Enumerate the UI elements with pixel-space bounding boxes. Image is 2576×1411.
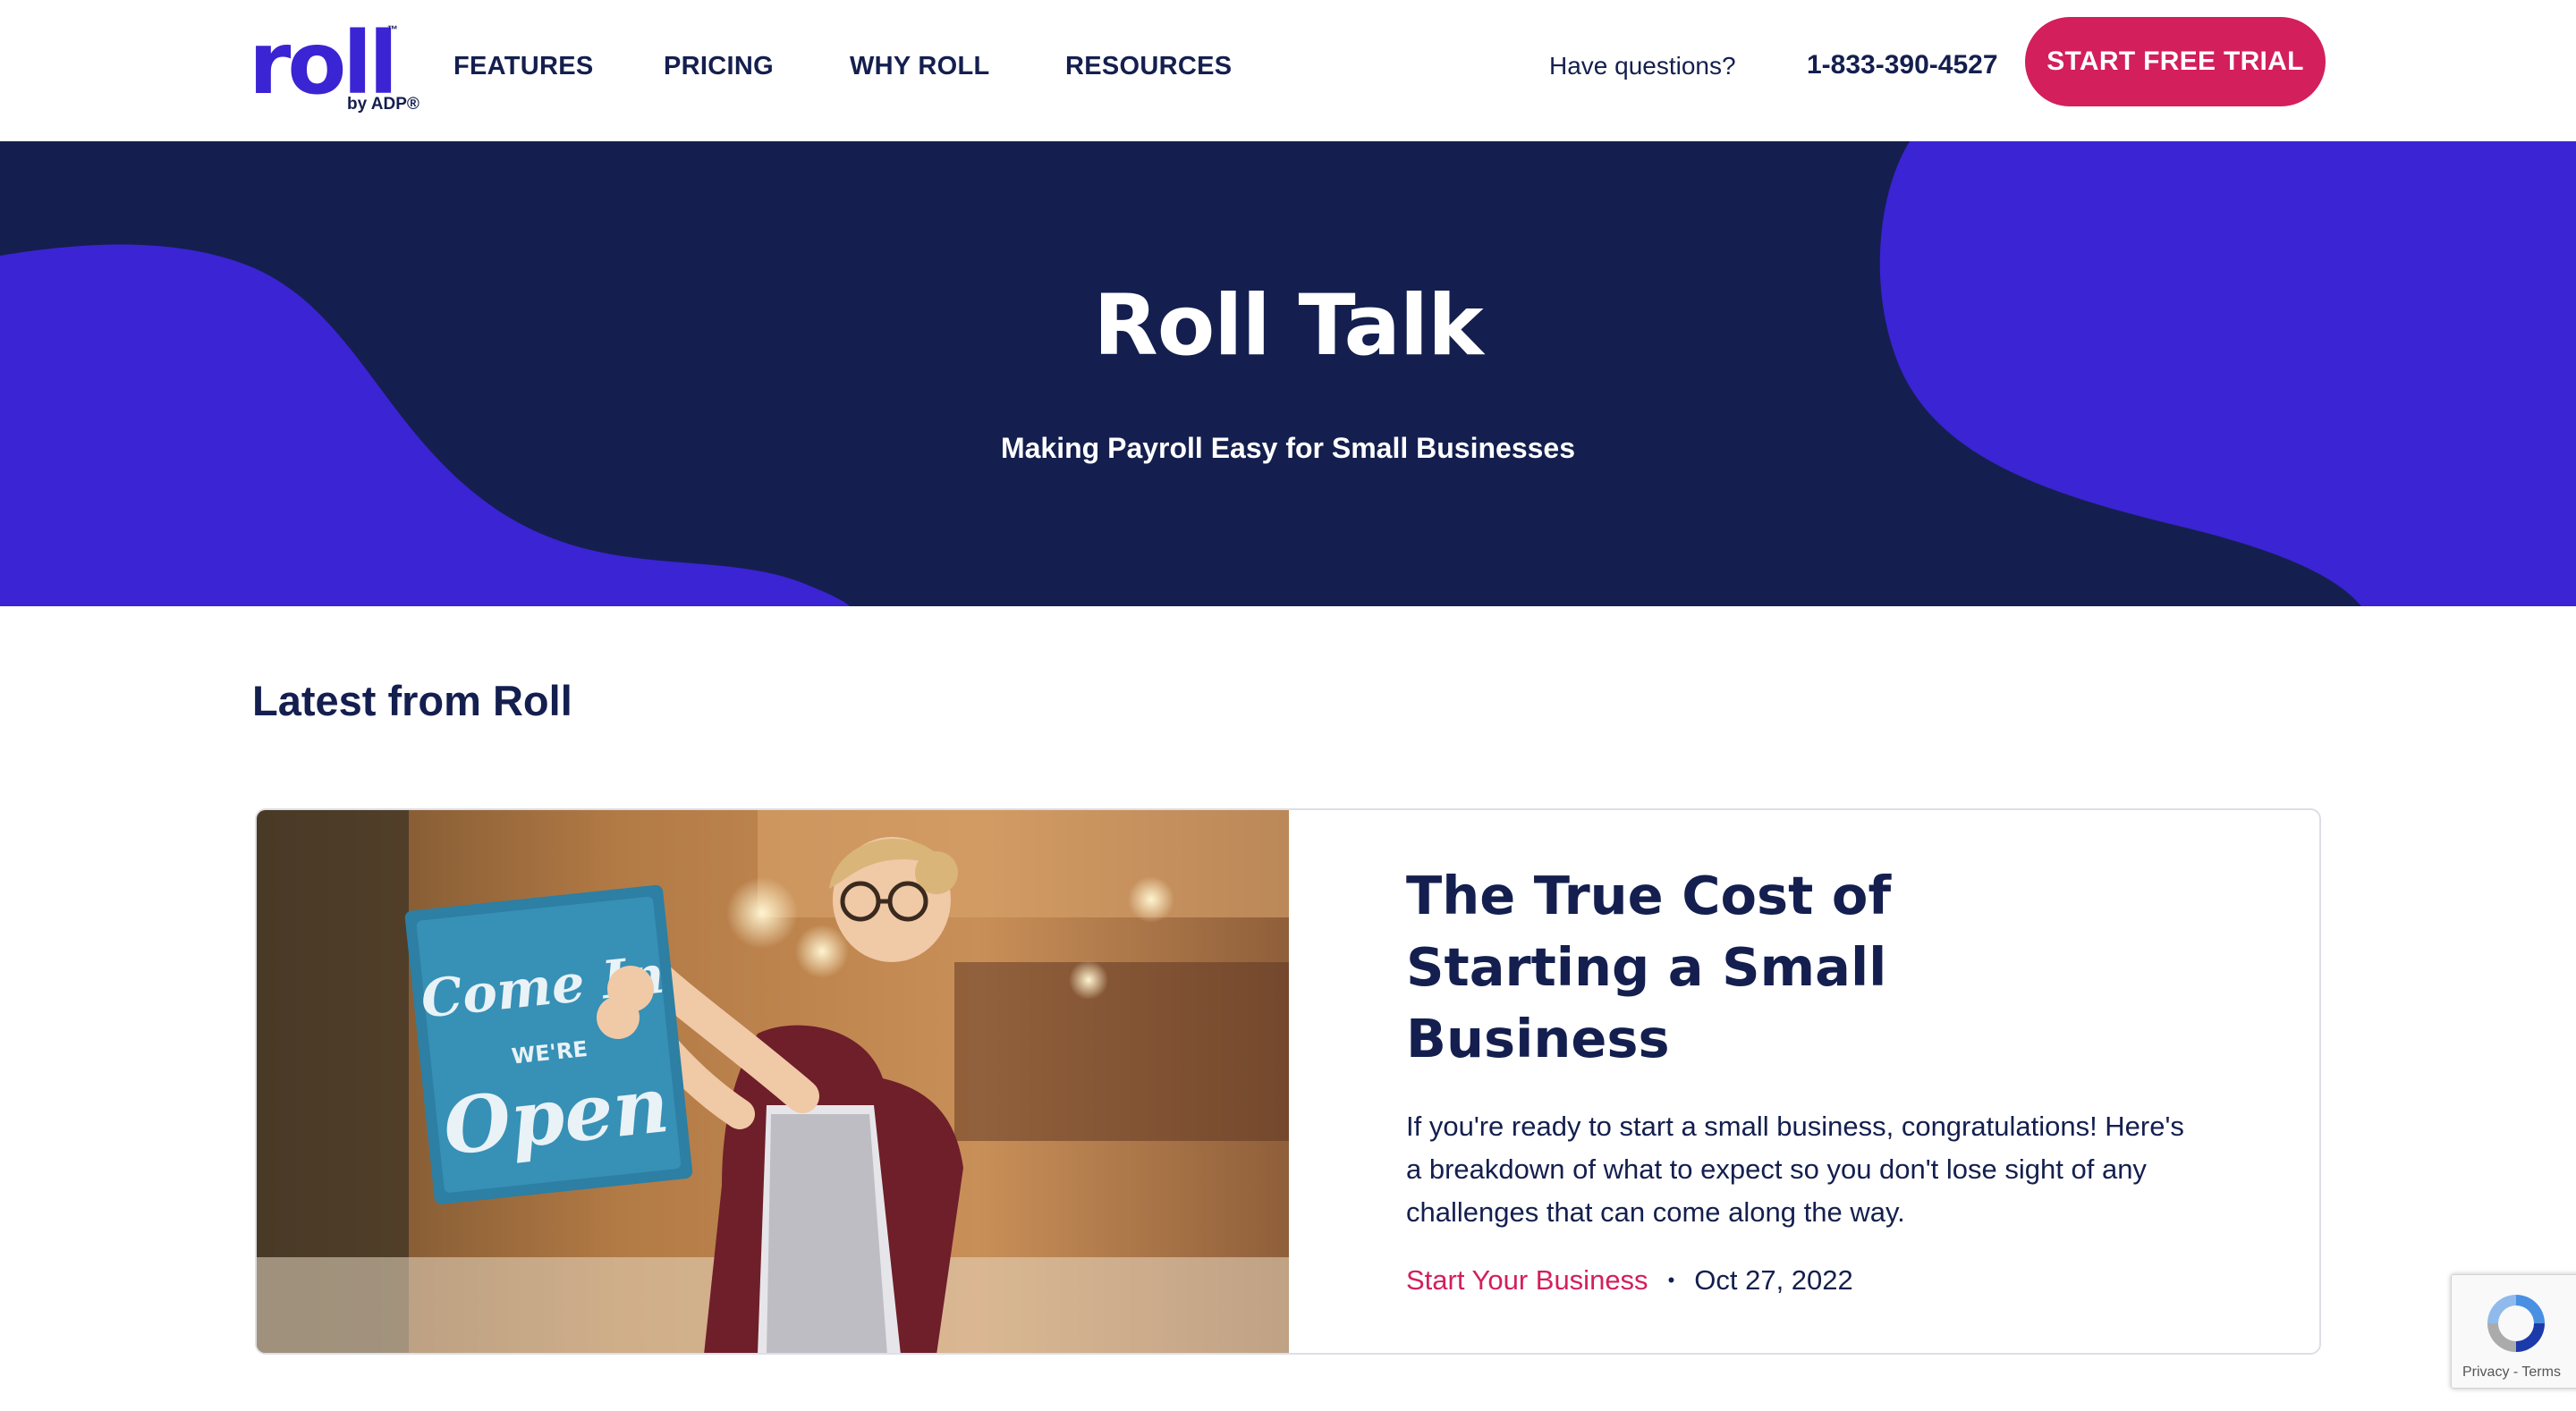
article-date: Oct 27, 2022 bbox=[1694, 1264, 1853, 1296]
article-excerpt: If you're ready to start a small busines… bbox=[1406, 1111, 2184, 1228]
article-title[interactable]: The True Cost of Starting a Small Busine… bbox=[1406, 860, 1907, 1075]
nav-why-roll[interactable]: WHY ROLL bbox=[850, 52, 990, 81]
recaptcha-links: Privacy - Terms bbox=[2462, 1365, 2561, 1381]
have-questions-text: Have questions? bbox=[1549, 52, 1736, 80]
article-meta: Start Your Business • Oct 27, 2022 bbox=[1406, 1264, 1853, 1297]
nav-resources[interactable]: RESOURCES bbox=[1065, 52, 1232, 81]
featured-article-card[interactable]: Come In WE'RE Open The True Cost of Star… bbox=[255, 808, 2321, 1355]
roll-by-adp-logo[interactable]: roll ™ by ADP® bbox=[249, 13, 419, 116]
article-category-link[interactable]: Start Your Business bbox=[1406, 1264, 1648, 1297]
logo-byline: by ADP® bbox=[347, 95, 419, 114]
site-header: roll ™ by ADP® FEATURES PRICING WHY ROLL… bbox=[0, 0, 2576, 141]
logo-trademark: ™ bbox=[387, 23, 398, 36]
nav-pricing[interactable]: PRICING bbox=[664, 52, 774, 81]
article-image[interactable]: Come In WE'RE Open bbox=[257, 810, 1289, 1353]
meta-separator: • bbox=[1667, 1269, 1675, 1291]
logo-wordmark: roll bbox=[249, 13, 398, 114]
start-free-trial-button[interactable]: START FREE TRIAL bbox=[2025, 17, 2326, 106]
recaptcha-badge[interactable]: Privacy - Terms bbox=[2451, 1274, 2576, 1389]
recaptcha-separator: - bbox=[2509, 1365, 2522, 1380]
open-sign: Come In WE'RE Open bbox=[404, 884, 693, 1204]
latest-heading: Latest from Roll bbox=[252, 677, 572, 724]
phone-link[interactable]: 1-833-390-4527 bbox=[1807, 50, 1998, 80]
recaptcha-icon bbox=[2487, 1295, 2545, 1352]
article-content: The True Cost of Starting a Small Busine… bbox=[1289, 810, 2319, 1353]
recaptcha-privacy-link[interactable]: Privacy bbox=[2462, 1365, 2509, 1380]
nav-features[interactable]: FEATURES bbox=[453, 52, 594, 81]
recaptcha-terms-link[interactable]: Terms bbox=[2521, 1365, 2561, 1380]
hero-banner: Roll Talk Making Payroll Easy for Small … bbox=[0, 141, 2576, 606]
woman-hanging-open-sign-illustration: Come In WE'RE Open bbox=[257, 810, 1289, 1353]
page-subtitle: Making Payroll Easy for Small Businesses bbox=[1000, 432, 1576, 464]
page-title: Roll Talk bbox=[1093, 277, 1483, 375]
